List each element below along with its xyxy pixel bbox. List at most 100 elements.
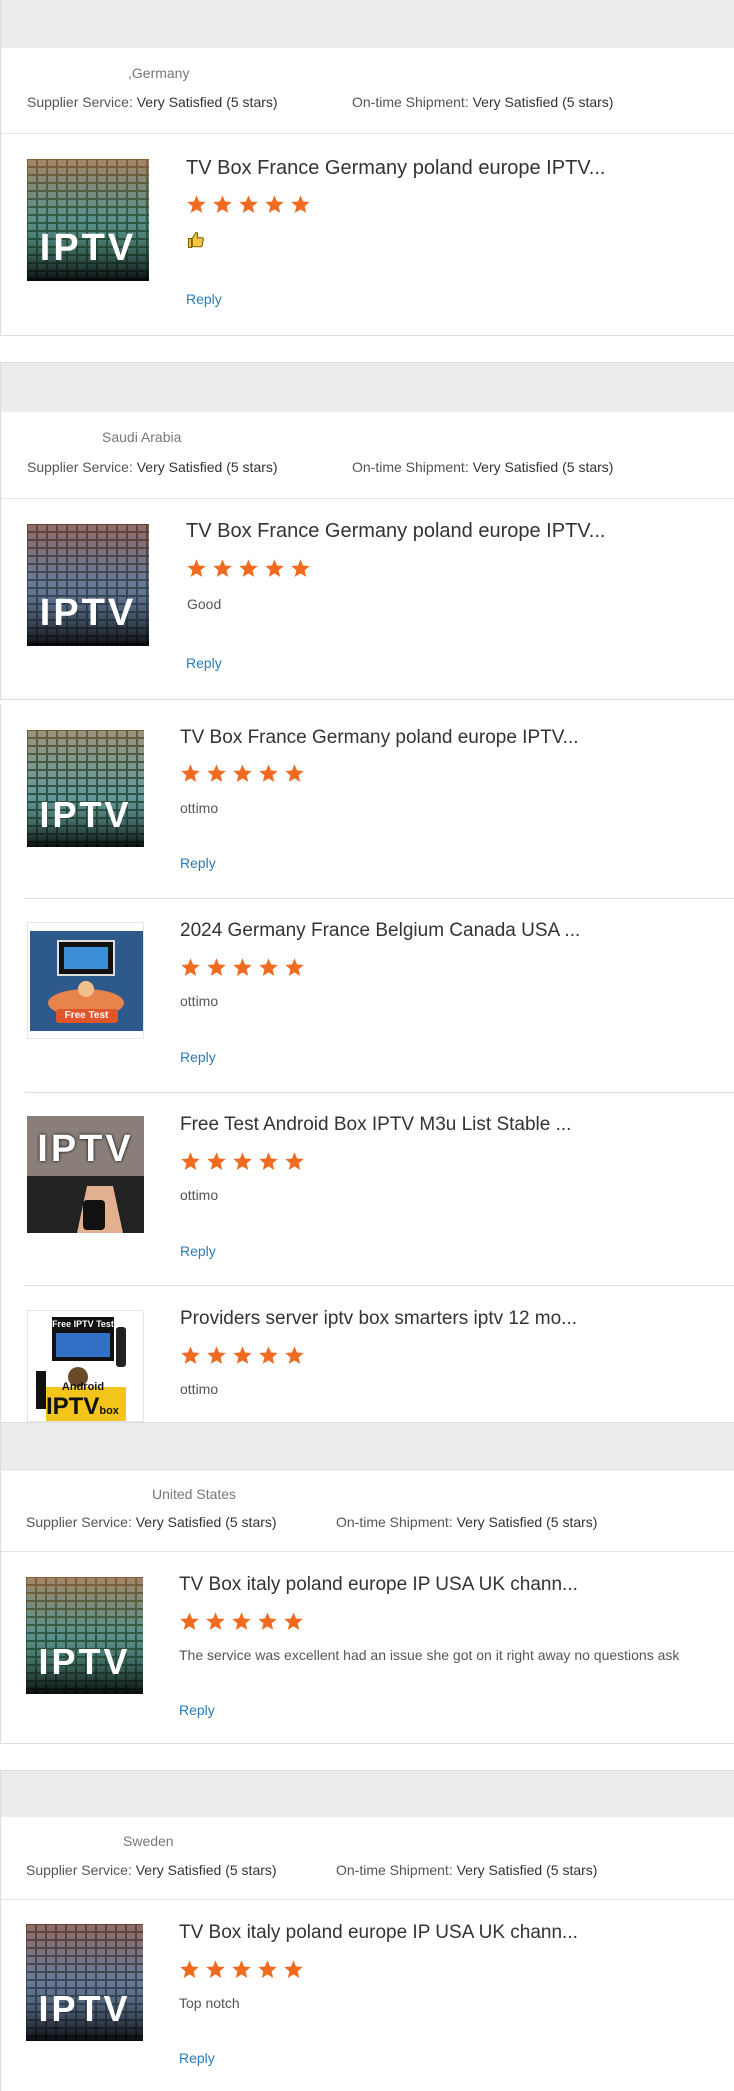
reply-link[interactable]: Reply xyxy=(180,855,216,871)
product-thumbnail[interactable]: IPTV xyxy=(27,1116,144,1233)
service-ratings: Supplier Service: Very Satisfied (5 star… xyxy=(26,1514,598,1530)
product-title[interactable]: TV Box italy poland europe IP USA UK cha… xyxy=(179,1922,578,1944)
thumbnail-label: IPTV xyxy=(38,1641,131,1682)
star-rating xyxy=(186,558,311,579)
divider xyxy=(25,1092,734,1093)
star-icon xyxy=(233,958,252,976)
review-comment: Top notch xyxy=(179,1995,240,2011)
star-icon xyxy=(258,1612,277,1630)
star-icon xyxy=(285,764,304,782)
star-icon xyxy=(291,195,310,213)
service-ratings: Supplier Service: Very Satisfied (5 star… xyxy=(26,1862,598,1878)
product-thumbnail[interactable]: IPTV xyxy=(26,1577,143,1694)
reviewer-country: ,Germany xyxy=(128,65,190,81)
product-title[interactable]: 2024 Germany France Belgium Canada USA .… xyxy=(180,920,580,942)
star-rating xyxy=(179,1611,304,1632)
thumbnail-label: Free IPTV Test xyxy=(52,1319,114,1329)
product-title[interactable]: TV Box France Germany poland europe IPTV… xyxy=(186,520,605,543)
review-comment: ottimo xyxy=(180,1187,219,1203)
star-icon xyxy=(291,559,310,577)
star-icon xyxy=(259,1346,278,1364)
star-icon xyxy=(181,958,200,976)
product-thumbnail[interactable]: Free Test xyxy=(27,922,144,1039)
product-thumbnail[interactable]: IPTV xyxy=(26,1924,143,2041)
product-thumbnail[interactable]: IPTV xyxy=(27,524,149,646)
thumbs-up-icon xyxy=(187,231,205,254)
review-header-band xyxy=(1,0,734,48)
star-icon xyxy=(213,195,232,213)
star-rating xyxy=(179,1959,304,1980)
star-rating xyxy=(180,1151,305,1172)
star-icon xyxy=(207,764,226,782)
thumbnail-label: Free Test xyxy=(64,1010,109,1021)
review-header-band xyxy=(1,1771,734,1817)
star-icon xyxy=(265,559,284,577)
star-icon xyxy=(207,1152,226,1170)
multi-product-review: IPTV TV Box France Germany poland europe… xyxy=(0,704,734,1422)
reviewer-country: Saudi Arabia xyxy=(102,429,182,445)
thumbnail-label: IPTV xyxy=(39,794,132,835)
product-title[interactable]: TV Box italy poland europe IP USA UK cha… xyxy=(179,1574,578,1596)
star-icon xyxy=(285,958,304,976)
thumbnail-label: IPTV xyxy=(37,1128,134,1170)
star-icon xyxy=(265,195,284,213)
star-rating xyxy=(180,957,305,978)
reply-link[interactable]: Reply xyxy=(180,1049,216,1065)
divider xyxy=(25,1285,734,1286)
reply-link[interactable]: Reply xyxy=(179,1702,215,1718)
product-thumbnail[interactable]: IPTV xyxy=(27,730,144,847)
star-icon xyxy=(207,1346,226,1364)
review-card: Sweden Supplier Service: Very Satisfied … xyxy=(0,1770,734,2091)
review-card: Saudi Arabia Supplier Service: Very Sati… xyxy=(0,362,734,700)
star-icon xyxy=(233,1152,252,1170)
review-comment: ottimo xyxy=(180,993,219,1009)
thumbnail-label: Android xyxy=(61,1381,105,1393)
star-icon xyxy=(284,1612,303,1630)
star-icon xyxy=(285,1152,304,1170)
reply-link[interactable]: Reply xyxy=(179,2050,215,2066)
star-rating xyxy=(180,763,305,784)
star-icon xyxy=(259,1152,278,1170)
star-icon xyxy=(207,958,226,976)
star-icon xyxy=(181,1346,200,1364)
star-icon xyxy=(180,1960,199,1978)
reply-link[interactable]: Reply xyxy=(186,291,222,307)
product-title[interactable]: Free Test Android Box IPTV M3u List Stab… xyxy=(180,1114,571,1136)
star-icon xyxy=(232,1612,251,1630)
reply-link[interactable]: Reply xyxy=(186,655,222,671)
service-ratings: Supplier Service: Very Satisfied (5 star… xyxy=(27,459,614,475)
review-header-band xyxy=(1,363,734,412)
review-header-band xyxy=(1,1423,734,1471)
product-thumbnail[interactable]: Free IPTV Test Android IPTVbox xyxy=(27,1310,144,1422)
star-icon xyxy=(284,1960,303,1978)
thumbnail-label: IPTV xyxy=(39,227,137,269)
reviewer-country: Sweden xyxy=(123,1833,174,1849)
divider xyxy=(1,133,734,134)
star-icon xyxy=(181,1152,200,1170)
thumbnail-label: IPTVbox xyxy=(46,1393,119,1420)
review-comment: ottimo xyxy=(180,1381,219,1397)
thumbnail-label: IPTV xyxy=(39,592,137,634)
star-icon xyxy=(259,958,278,976)
divider xyxy=(25,898,734,899)
review-comment: Good xyxy=(187,596,222,612)
thumbnail-label: IPTV xyxy=(38,1988,131,2029)
star-icon xyxy=(233,1346,252,1364)
star-icon xyxy=(232,1960,251,1978)
star-icon xyxy=(187,559,206,577)
product-title[interactable]: TV Box France Germany poland europe IPTV… xyxy=(186,157,605,180)
product-thumbnail[interactable]: IPTV xyxy=(27,159,149,281)
star-icon xyxy=(213,559,232,577)
star-icon xyxy=(187,195,206,213)
review-card: United States Supplier Service: Very Sat… xyxy=(0,1422,734,1744)
star-icon xyxy=(181,764,200,782)
star-icon xyxy=(180,1612,199,1630)
star-rating xyxy=(180,1345,305,1366)
product-title[interactable]: Providers server iptv box smarters iptv … xyxy=(180,1308,577,1330)
star-icon xyxy=(239,195,258,213)
review-card: ,Germany Supplier Service: Very Satisfie… xyxy=(0,0,734,336)
divider xyxy=(1,1899,734,1900)
reply-link[interactable]: Reply xyxy=(180,1243,216,1259)
product-title[interactable]: TV Box France Germany poland europe IPTV… xyxy=(180,727,579,749)
star-icon xyxy=(239,559,258,577)
